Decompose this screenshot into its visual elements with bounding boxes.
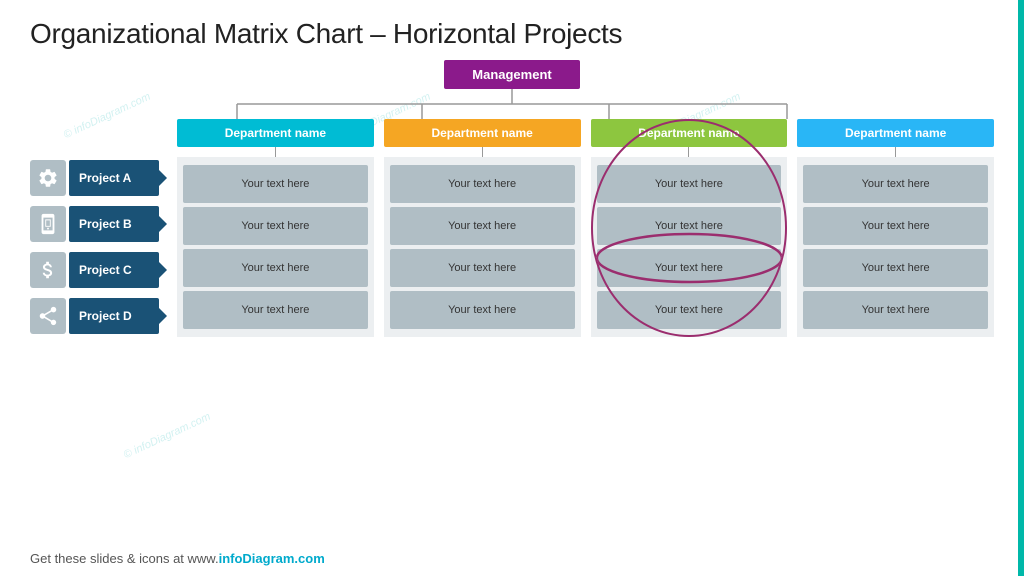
dept-col-1: Department name Your text here Your text… — [177, 119, 374, 337]
departments-area: Department name Your text here Your text… — [177, 119, 994, 337]
dept-body-1: Your text here Your text here Your text … — [177, 157, 374, 337]
page-title: Organizational Matrix Chart – Horizontal… — [30, 18, 994, 50]
dept-body-4: Your text here Your text here Your text … — [797, 157, 994, 337]
chart-area: Management — [30, 60, 994, 545]
right-accent — [1018, 0, 1024, 576]
project-b-label: Project B — [69, 206, 159, 242]
cell-4-3: Your text here — [803, 249, 988, 287]
cell-4-1: Your text here — [803, 165, 988, 203]
arrows-icon — [37, 305, 59, 327]
project-row-d: Project D — [30, 295, 159, 337]
dept-col-2: Department name Your text here Your text… — [384, 119, 581, 337]
project-row-c: Project C — [30, 249, 159, 291]
cell-4-2: Your text here — [803, 207, 988, 245]
cell-1-3: Your text here — [183, 249, 368, 287]
dept-connector-2 — [482, 147, 483, 157]
cell-2-1: Your text here — [390, 165, 575, 203]
matrix-container: Project A Project B — [30, 119, 994, 545]
dept-header-3: Department name — [591, 119, 788, 147]
project-row-a: Project A — [30, 157, 159, 199]
cell-1-4: Your text here — [183, 291, 368, 329]
cell-1-2: Your text here — [183, 207, 368, 245]
dept-body-2: Your text here Your text here Your text … — [384, 157, 581, 337]
cell-3-4: Your text here — [597, 291, 782, 329]
cell-2-2: Your text here — [390, 207, 575, 245]
dept-body-3: Your text here Your text here Your text … — [591, 157, 788, 337]
dept-col-4: Department name Your text here Your text… — [797, 119, 994, 337]
money-icon — [37, 259, 59, 281]
dept-header-4: Department name — [797, 119, 994, 147]
project-d-label: Project D — [69, 298, 159, 334]
cell-2-4: Your text here — [390, 291, 575, 329]
dept-header-1: Department name — [177, 119, 374, 147]
project-c-label: Project C — [69, 252, 159, 288]
project-row-b: Project B — [30, 203, 159, 245]
project-c-icon — [30, 252, 66, 288]
project-d-icon — [30, 298, 66, 334]
top-connectors-svg — [122, 89, 902, 119]
cell-2-3: Your text here — [390, 249, 575, 287]
dept-connector-3 — [688, 147, 689, 157]
cell-3-1: Your text here — [597, 165, 782, 203]
dept-col-3: Department name Your text here Your text… — [591, 119, 788, 337]
cell-3-2-highlighted: Your text here — [597, 207, 782, 245]
project-a-label: Project A — [69, 160, 159, 196]
dept-connector-4 — [895, 147, 896, 157]
gear-icon — [37, 167, 59, 189]
page: © infoDiagram.com © infoDiagram.com © in… — [0, 0, 1024, 576]
cell-4-4: Your text here — [803, 291, 988, 329]
hand-device-icon — [37, 213, 59, 235]
project-a-icon — [30, 160, 66, 196]
projects-column: Project A Project B — [30, 119, 159, 341]
dept-connector-1 — [275, 147, 276, 157]
cell-1-1: Your text here — [183, 165, 368, 203]
footer-brand: infoDiagram.com — [219, 551, 325, 566]
cell-3-3: Your text here — [597, 249, 782, 287]
management-box: Management — [444, 60, 579, 89]
project-b-icon — [30, 206, 66, 242]
dept-header-2: Department name — [384, 119, 581, 147]
footer: Get these slides & icons at www.infoDiag… — [30, 545, 994, 566]
